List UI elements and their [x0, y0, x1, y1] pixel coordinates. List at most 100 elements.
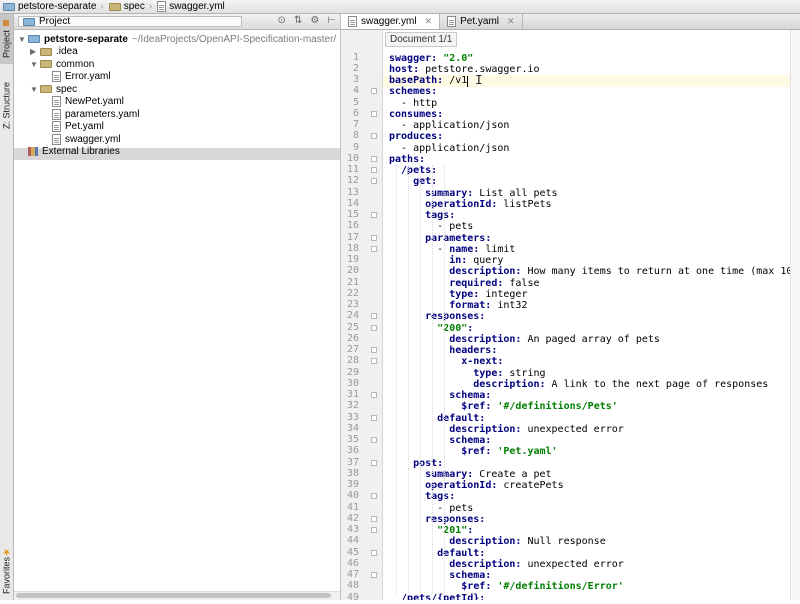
- line-number: 29: [346, 366, 359, 378]
- indent-guide: [408, 165, 410, 593]
- code-editor[interactable]: Document 1/1 swagger: "2.0" host: petstor…: [383, 30, 800, 600]
- fold-marker-icon[interactable]: [371, 110, 377, 117]
- project-tree-item[interactable]: NewPet.yaml: [42, 96, 124, 108]
- tool-tab-structure[interactable]: Z: Structure: [0, 70, 13, 140]
- fold-marker-icon[interactable]: [371, 515, 377, 522]
- fold-marker-icon[interactable]: [371, 245, 377, 252]
- line-number: 40: [346, 490, 359, 502]
- line-number: 43: [346, 524, 359, 535]
- project-tree-item[interactable]: External Libraries: [18, 146, 120, 158]
- folder-icon: [28, 35, 40, 43]
- code-line: description: unexpected error: [449, 423, 624, 435]
- folder-icon: [23, 17, 35, 26]
- close-icon[interactable]: ✕: [507, 16, 515, 27]
- hide-panel-icon[interactable]: ⊢: [327, 15, 336, 26]
- code-line: paths:: [389, 153, 426, 165]
- fold-marker-icon[interactable]: [371, 133, 377, 140]
- collapsed-arrow-icon[interactable]: ▶: [30, 47, 40, 56]
- project-tree-item[interactable]: parameters.yaml: [42, 108, 139, 120]
- project-panel-header: Project ⊙ ⇅ ⚙ ⊢: [14, 14, 340, 30]
- breadcrumb-item-file[interactable]: swagger.yml: [154, 1, 227, 12]
- expanded-arrow-icon[interactable]: ▼: [18, 35, 28, 44]
- fold-marker-icon[interactable]: [371, 572, 377, 578]
- horizontal-scrollbar[interactable]: [14, 591, 340, 600]
- fold-marker-icon[interactable]: [371, 234, 377, 241]
- editor-tab-swagger[interactable]: swagger.yml ✕: [341, 14, 441, 29]
- project-tree-item[interactable]: ▼ spec: [30, 83, 77, 95]
- line-number: 18: [346, 242, 359, 254]
- fold-marker-icon[interactable]: [371, 347, 377, 353]
- document-indicator: Document 1/1: [385, 32, 458, 47]
- library-icon: [28, 147, 38, 156]
- sync-icon[interactable]: ⊙: [278, 15, 286, 26]
- line-number: 4: [352, 85, 359, 97]
- line-number-gutter[interactable]: 1 2 3 4 5 6 7 8 9 10 11 12 13 14 15 16 17 18 19 20 21 22 23 24 2…: [341, 30, 383, 603]
- project-tree-label: spec: [56, 83, 78, 95]
- project-tree-item[interactable]: Pet.yaml: [42, 121, 104, 133]
- fold-marker-icon[interactable]: [371, 392, 377, 398]
- fold-marker-icon[interactable]: [371, 155, 377, 162]
- fold-marker-icon[interactable]: [371, 88, 377, 95]
- line-number: 23: [346, 299, 359, 310]
- code-line: "200":: [437, 322, 474, 334]
- expanded-arrow-icon[interactable]: ▼: [30, 85, 40, 94]
- project-tree-label: common: [56, 58, 95, 70]
- fold-marker-icon[interactable]: [371, 527, 377, 533]
- line-number: 38: [346, 467, 359, 479]
- line-number: 35: [346, 434, 359, 445]
- line-number: 2: [352, 62, 359, 74]
- line-number: 48: [346, 580, 359, 592]
- code-line: consumes:: [389, 108, 444, 120]
- breadcrumb-item-spec[interactable]: spec: [106, 1, 147, 12]
- project-tree-label: petstore-separate: [44, 33, 128, 45]
- project-tree-label: Error.yaml: [65, 71, 111, 82]
- fold-marker-icon[interactable]: [371, 414, 377, 421]
- code-line: responses:: [425, 513, 486, 525]
- editor-right-margin: [790, 30, 800, 600]
- tool-tab-label: Z: Structure: [1, 81, 12, 129]
- collapse-all-icon[interactable]: ⇅: [294, 15, 302, 26]
- tool-tab-project[interactable]: Project: [0, 14, 13, 64]
- tool-tab-favorites[interactable]: Favorites ★: [0, 540, 13, 600]
- line-number: 15: [346, 209, 359, 220]
- fold-marker-icon[interactable]: [371, 178, 377, 185]
- code-line: $ref: '#/definitions/Pets': [461, 401, 618, 413]
- fold-marker-icon[interactable]: [371, 493, 377, 500]
- yaml-file-icon: [157, 1, 167, 12]
- fold-marker-icon[interactable]: [371, 324, 377, 331]
- code-line: format: int32: [449, 300, 528, 311]
- project-tree-item[interactable]: ▼ petstore-separate ~/IdeaProjects/OpenAPI…: [18, 33, 336, 45]
- project-view-selector[interactable]: Project: [18, 16, 242, 27]
- gear-icon[interactable]: ⚙: [310, 15, 319, 26]
- line-number: 8: [352, 130, 359, 142]
- project-tree-item[interactable]: Error.yaml: [42, 71, 111, 83]
- fold-marker-icon[interactable]: [371, 358, 377, 365]
- expanded-arrow-icon[interactable]: ▼: [30, 60, 40, 69]
- code-line: description: An paged array of pets: [449, 333, 660, 345]
- line-number: 5: [352, 96, 359, 108]
- fold-marker-icon[interactable]: [371, 167, 377, 173]
- yaml-file-icon: [52, 121, 61, 132]
- fold-marker-icon[interactable]: [371, 459, 377, 466]
- line-number: 3: [352, 74, 359, 85]
- yaml-file-icon: [348, 16, 357, 27]
- fold-marker-icon[interactable]: [371, 437, 377, 443]
- line-number: 44: [346, 535, 359, 547]
- editor-tab-bar: swagger.yml ✕ Pet.yaml ✕: [341, 14, 800, 30]
- fold-marker-icon[interactable]: [371, 549, 377, 556]
- fold-marker-icon[interactable]: [371, 212, 377, 218]
- fold-marker-icon[interactable]: [371, 313, 377, 320]
- close-icon[interactable]: ✕: [425, 16, 433, 27]
- project-tree-item[interactable]: ▶ .idea: [30, 46, 78, 58]
- editor-tab-pet[interactable]: Pet.yaml ✕: [440, 14, 523, 29]
- project-tree-item[interactable]: ▼ common: [30, 58, 94, 70]
- line-number: 7: [352, 119, 359, 130]
- scrollbar-thumb[interactable]: [16, 593, 331, 598]
- line-number: 36: [346, 445, 359, 457]
- code-line: tags:: [425, 210, 456, 221]
- code-line: - name: limit: [437, 243, 516, 255]
- breadcrumb-item-project[interactable]: petstore-separate: [0, 1, 98, 12]
- project-tree-item[interactable]: swagger.yml: [42, 133, 121, 145]
- code-line: responses:: [425, 311, 486, 323]
- code-line: required: false: [449, 277, 540, 289]
